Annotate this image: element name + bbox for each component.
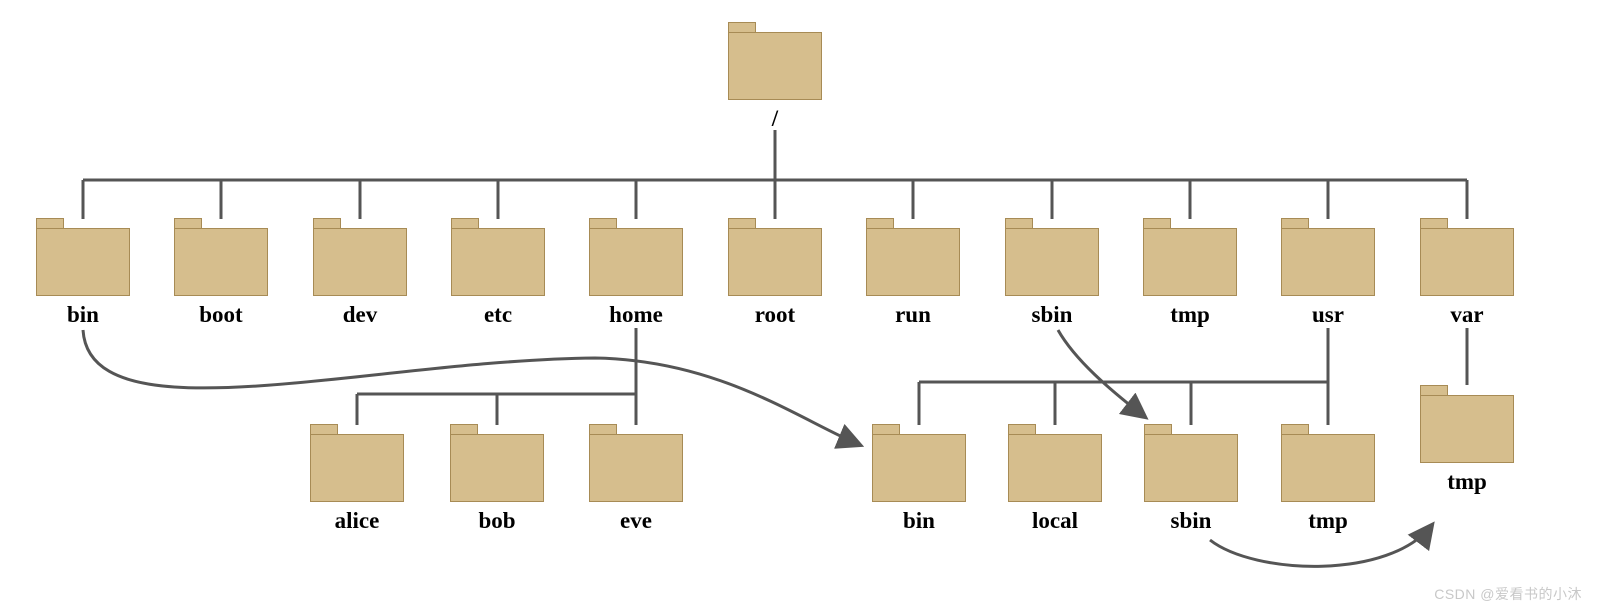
folder-icon	[728, 32, 822, 100]
folder-icon	[174, 228, 268, 296]
folder-label: usr	[1281, 302, 1375, 328]
folder-etc: etc	[451, 228, 545, 296]
folder-var-tmp: tmp	[1420, 395, 1514, 463]
folder-icon	[310, 434, 404, 502]
folder-label: alice	[310, 508, 404, 534]
folder-label: sbin	[1144, 508, 1238, 534]
folder-home-alice: alice	[310, 434, 404, 502]
folder-run: run	[866, 228, 960, 296]
folder-dev: dev	[313, 228, 407, 296]
folder-label: local	[1008, 508, 1102, 534]
folder-sbin: sbin	[1005, 228, 1099, 296]
folder-label: var	[1420, 302, 1514, 328]
folder-var: var	[1420, 228, 1514, 296]
folder-bin: bin	[36, 228, 130, 296]
folder-icon	[589, 434, 683, 502]
folder-icon	[450, 434, 544, 502]
folder-usr-tmp: tmp	[1281, 434, 1375, 502]
folder-label: sbin	[1005, 302, 1099, 328]
folder-icon	[1281, 434, 1375, 502]
folder-icon	[1143, 228, 1237, 296]
folder-icon	[1008, 434, 1102, 502]
folder-label: tmp	[1143, 302, 1237, 328]
folder-usr-sbin: sbin	[1144, 434, 1238, 502]
folder-home-bob: bob	[450, 434, 544, 502]
watermark-text: CSDN @爱看书的小沐	[1434, 584, 1582, 604]
folder-icon	[1144, 434, 1238, 502]
folder-label: etc	[451, 302, 545, 328]
folder-usr-bin: bin	[872, 434, 966, 502]
folder-icon	[313, 228, 407, 296]
folder-icon	[1005, 228, 1099, 296]
folder-icon	[866, 228, 960, 296]
folder-icon	[1420, 395, 1514, 463]
folder-boot: boot	[174, 228, 268, 296]
folder-icon	[872, 434, 966, 502]
folder-tmp: tmp	[1143, 228, 1237, 296]
folder-label: boot	[174, 302, 268, 328]
folder-label: /	[728, 106, 822, 132]
folder-label: tmp	[1281, 508, 1375, 534]
folder-label: home	[589, 302, 683, 328]
folder-label: root	[728, 302, 822, 328]
folder-icon	[1420, 228, 1514, 296]
folder-label: bin	[872, 508, 966, 534]
folder-label: bin	[36, 302, 130, 328]
folder-usr: usr	[1281, 228, 1375, 296]
folder-root: /	[728, 32, 822, 100]
filesystem-tree-diagram: / bin boot dev etc home root run sbin tm…	[0, 0, 1600, 614]
folder-label: run	[866, 302, 960, 328]
folder-root-dir: root	[728, 228, 822, 296]
folder-home-eve: eve	[589, 434, 683, 502]
folder-usr-local: local	[1008, 434, 1102, 502]
folder-icon	[36, 228, 130, 296]
folder-icon	[728, 228, 822, 296]
folder-icon	[1281, 228, 1375, 296]
folder-label: eve	[589, 508, 683, 534]
folder-label: dev	[313, 302, 407, 328]
folder-icon	[589, 228, 683, 296]
folder-icon	[451, 228, 545, 296]
folder-label: bob	[450, 508, 544, 534]
folder-label: tmp	[1420, 469, 1514, 495]
folder-home: home	[589, 228, 683, 296]
